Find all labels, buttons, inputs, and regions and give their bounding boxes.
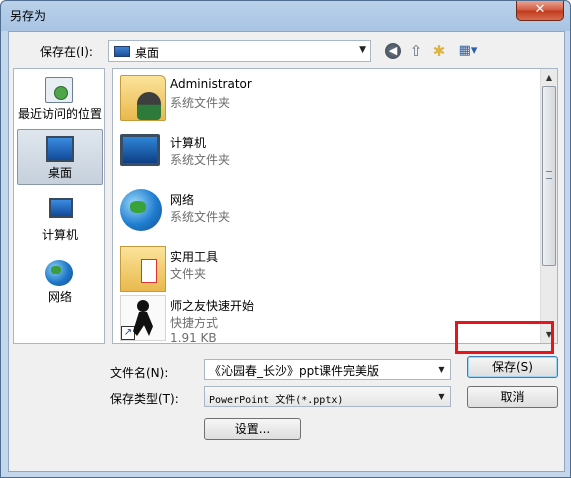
place-label: 网络 bbox=[47, 290, 72, 304]
places-bar: 最近访问的位置 桌面 计算机 网络 bbox=[13, 68, 105, 344]
filename-label: 文件名(N): bbox=[110, 366, 169, 380]
views-menu-icon[interactable]: ▦▾ bbox=[454, 41, 482, 61]
save-button-highlight bbox=[455, 321, 554, 354]
save-as-dialog: 另存为 ✕ 保存在(I): 桌面 ▼ ◀ ⇧ ✱ ▦▾ 最近访问的位置 桌面 计… bbox=[0, 0, 571, 478]
scroll-up-arrow-icon[interactable]: ▲ bbox=[541, 69, 557, 86]
file-size: 1.91 KB bbox=[170, 331, 217, 344]
file-name: 计算机 bbox=[170, 136, 207, 150]
up-folder-icon[interactable]: ⇧ bbox=[406, 41, 426, 61]
place-computer[interactable]: 计算机 bbox=[17, 192, 103, 248]
list-item[interactable]: 计算机 系统文件夹 bbox=[114, 128, 534, 184]
computer-icon bbox=[120, 134, 160, 166]
list-item[interactable]: 实用工具 文件夹 bbox=[114, 242, 534, 298]
file-name: 网络 bbox=[170, 193, 195, 207]
place-desktop[interactable]: 桌面 bbox=[17, 129, 103, 185]
new-folder-icon[interactable]: ✱ bbox=[429, 41, 449, 61]
save-in-label: 保存在(I): bbox=[40, 45, 93, 59]
file-type: 系统文件夹 bbox=[170, 153, 231, 167]
user-folder-icon bbox=[120, 75, 166, 121]
dialog-title: 另存为 bbox=[10, 9, 47, 23]
place-label: 最近访问的位置 bbox=[17, 107, 102, 121]
computer-icon bbox=[49, 198, 73, 218]
chevron-down-icon: ▼ bbox=[359, 45, 366, 55]
network-globe-icon bbox=[120, 189, 162, 231]
file-type: 文件夹 bbox=[170, 267, 207, 281]
title-bar[interactable]: 另存为 ✕ bbox=[1, 1, 570, 31]
filetype-label: 保存类型(T): bbox=[110, 392, 179, 406]
close-icon: ✕ bbox=[534, 2, 546, 17]
list-item[interactable]: 网络 系统文件夹 bbox=[114, 185, 534, 241]
recent-places-icon bbox=[45, 77, 73, 103]
shortcut-arrow-icon: ↗ bbox=[121, 326, 135, 340]
list-item[interactable]: Administrator 系统文件夹 bbox=[114, 71, 534, 127]
file-list: Administrator 系统文件夹 计算机 系统文件夹 网络 系统文件夹 实… bbox=[112, 68, 558, 344]
network-icon bbox=[45, 260, 73, 286]
location-value: 桌面 bbox=[135, 46, 160, 60]
place-recent[interactable]: 最近访问的位置 bbox=[17, 71, 103, 127]
place-label: 桌面 bbox=[47, 166, 72, 180]
filetype-select[interactable]: PowerPoint 文件(*.pptx) ▼ bbox=[204, 386, 451, 407]
dialog-body: 保存在(I): 桌面 ▼ ◀ ⇧ ✱ ▦▾ 最近访问的位置 桌面 计算机 网络 … bbox=[8, 31, 565, 472]
file-type: 快捷方式 bbox=[170, 316, 219, 330]
file-name: 师之友快速开始 bbox=[170, 299, 255, 313]
file-name: 实用工具 bbox=[170, 250, 219, 264]
settings-button[interactable]: 设置... bbox=[204, 418, 301, 440]
scroll-thumb[interactable] bbox=[542, 86, 556, 266]
chevron-down-icon[interactable]: ▼ bbox=[433, 387, 450, 406]
close-button[interactable]: ✕ bbox=[516, 1, 564, 21]
file-type: 系统文件夹 bbox=[170, 96, 231, 110]
vertical-scrollbar[interactable]: ▲ ▼ bbox=[540, 69, 557, 343]
file-type: 系统文件夹 bbox=[170, 210, 231, 224]
file-name: Administrator bbox=[170, 77, 252, 91]
filename-input[interactable]: 《沁园春_长沙》ppt课件完美版 ▼ bbox=[204, 359, 451, 380]
location-dropdown[interactable]: 桌面 ▼ bbox=[108, 40, 371, 62]
filetype-value: PowerPoint 文件(*.pptx) bbox=[209, 395, 344, 406]
save-button[interactable]: 保存(S) bbox=[467, 356, 558, 378]
desktop-icon bbox=[114, 46, 130, 57]
folder-icon bbox=[120, 246, 166, 292]
desktop-icon bbox=[46, 136, 74, 162]
place-network[interactable]: 网络 bbox=[17, 254, 103, 310]
place-label: 计算机 bbox=[41, 228, 78, 242]
shortcut-runner-icon: ↗ bbox=[120, 295, 166, 341]
filename-value: 《沁园春_长沙》ppt课件完美版 bbox=[209, 364, 379, 378]
cancel-button[interactable]: 取消 bbox=[467, 386, 558, 408]
back-icon[interactable]: ◀ bbox=[383, 41, 403, 61]
chevron-down-icon[interactable]: ▼ bbox=[433, 360, 450, 379]
